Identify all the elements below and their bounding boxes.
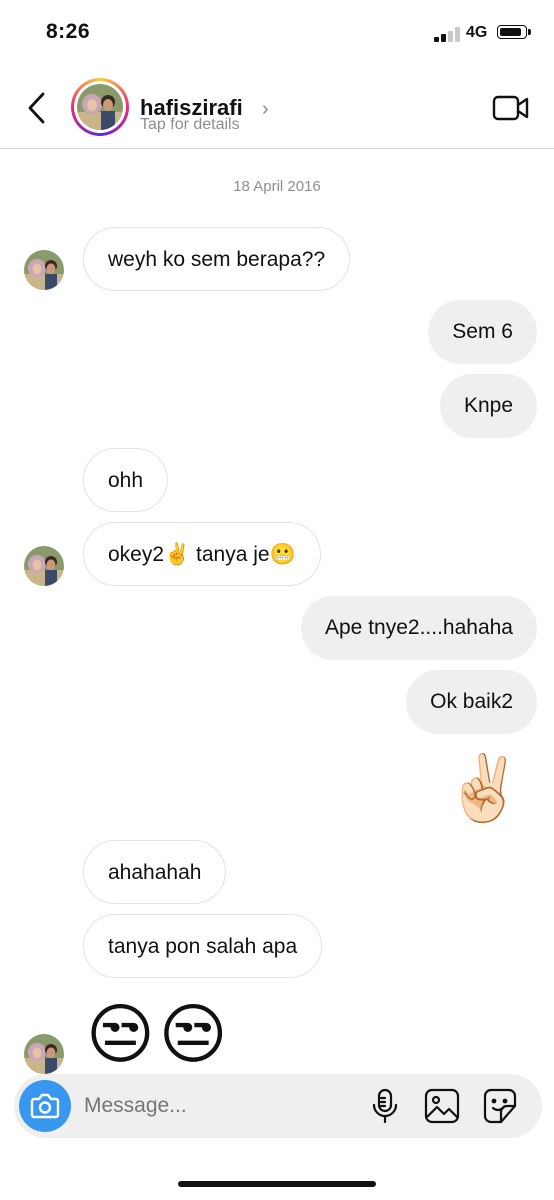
sender-avatar[interactable] [24, 1034, 64, 1074]
sender-avatar[interactable] [24, 250, 64, 290]
camera-button[interactable] [19, 1080, 71, 1132]
message-outgoing[interactable]: Ok baik2 [406, 670, 537, 734]
sticker-button[interactable] [482, 1087, 518, 1125]
header-divider [0, 148, 554, 149]
message-outgoing[interactable]: Sem 6 [428, 300, 537, 364]
network-label: 4G [466, 24, 488, 41]
message-incoming[interactable]: weyh ko sem berapa?? [83, 227, 351, 291]
message-outgoing[interactable]: Ape tnye2....hahaha [301, 596, 537, 660]
microphone-icon [372, 1088, 398, 1124]
chevron-right-icon: › [262, 98, 269, 120]
video-call-button[interactable] [492, 94, 530, 122]
message-incoming[interactable]: ohh [83, 448, 169, 512]
back-button[interactable] [22, 90, 52, 126]
microphone-button[interactable] [367, 1087, 403, 1125]
sticker-icon [483, 1088, 517, 1124]
status-time: 8:26 [46, 20, 91, 43]
chevron-left-icon [28, 92, 45, 124]
camera-icon [30, 1093, 60, 1119]
message-incoming[interactable]: okey2✌️ tanya je😬 [83, 522, 321, 586]
message-incoming[interactable]: ahahahah [83, 840, 227, 904]
home-indicator [178, 1181, 376, 1187]
gallery-button[interactable] [424, 1087, 460, 1125]
message-incoming[interactable]: tanya pon salah apa [83, 914, 323, 978]
battery-icon [497, 25, 531, 39]
gallery-icon [424, 1088, 460, 1124]
profile-avatar[interactable] [71, 78, 129, 136]
message-outgoing-emoji[interactable]: ✌🏻 [444, 748, 524, 828]
message-incoming-emoji[interactable]: 😒😒 [86, 994, 232, 1074]
signal-icon [434, 27, 462, 42]
video-camera-icon [492, 95, 529, 121]
chat-subtitle[interactable]: Tap for details [140, 116, 240, 134]
message-input[interactable] [84, 1094, 344, 1118]
avatar-photo [77, 84, 123, 130]
chat-date: 18 April 2016 [233, 178, 321, 195]
sender-avatar[interactable] [24, 546, 64, 586]
message-outgoing[interactable]: Knpe [439, 374, 537, 438]
